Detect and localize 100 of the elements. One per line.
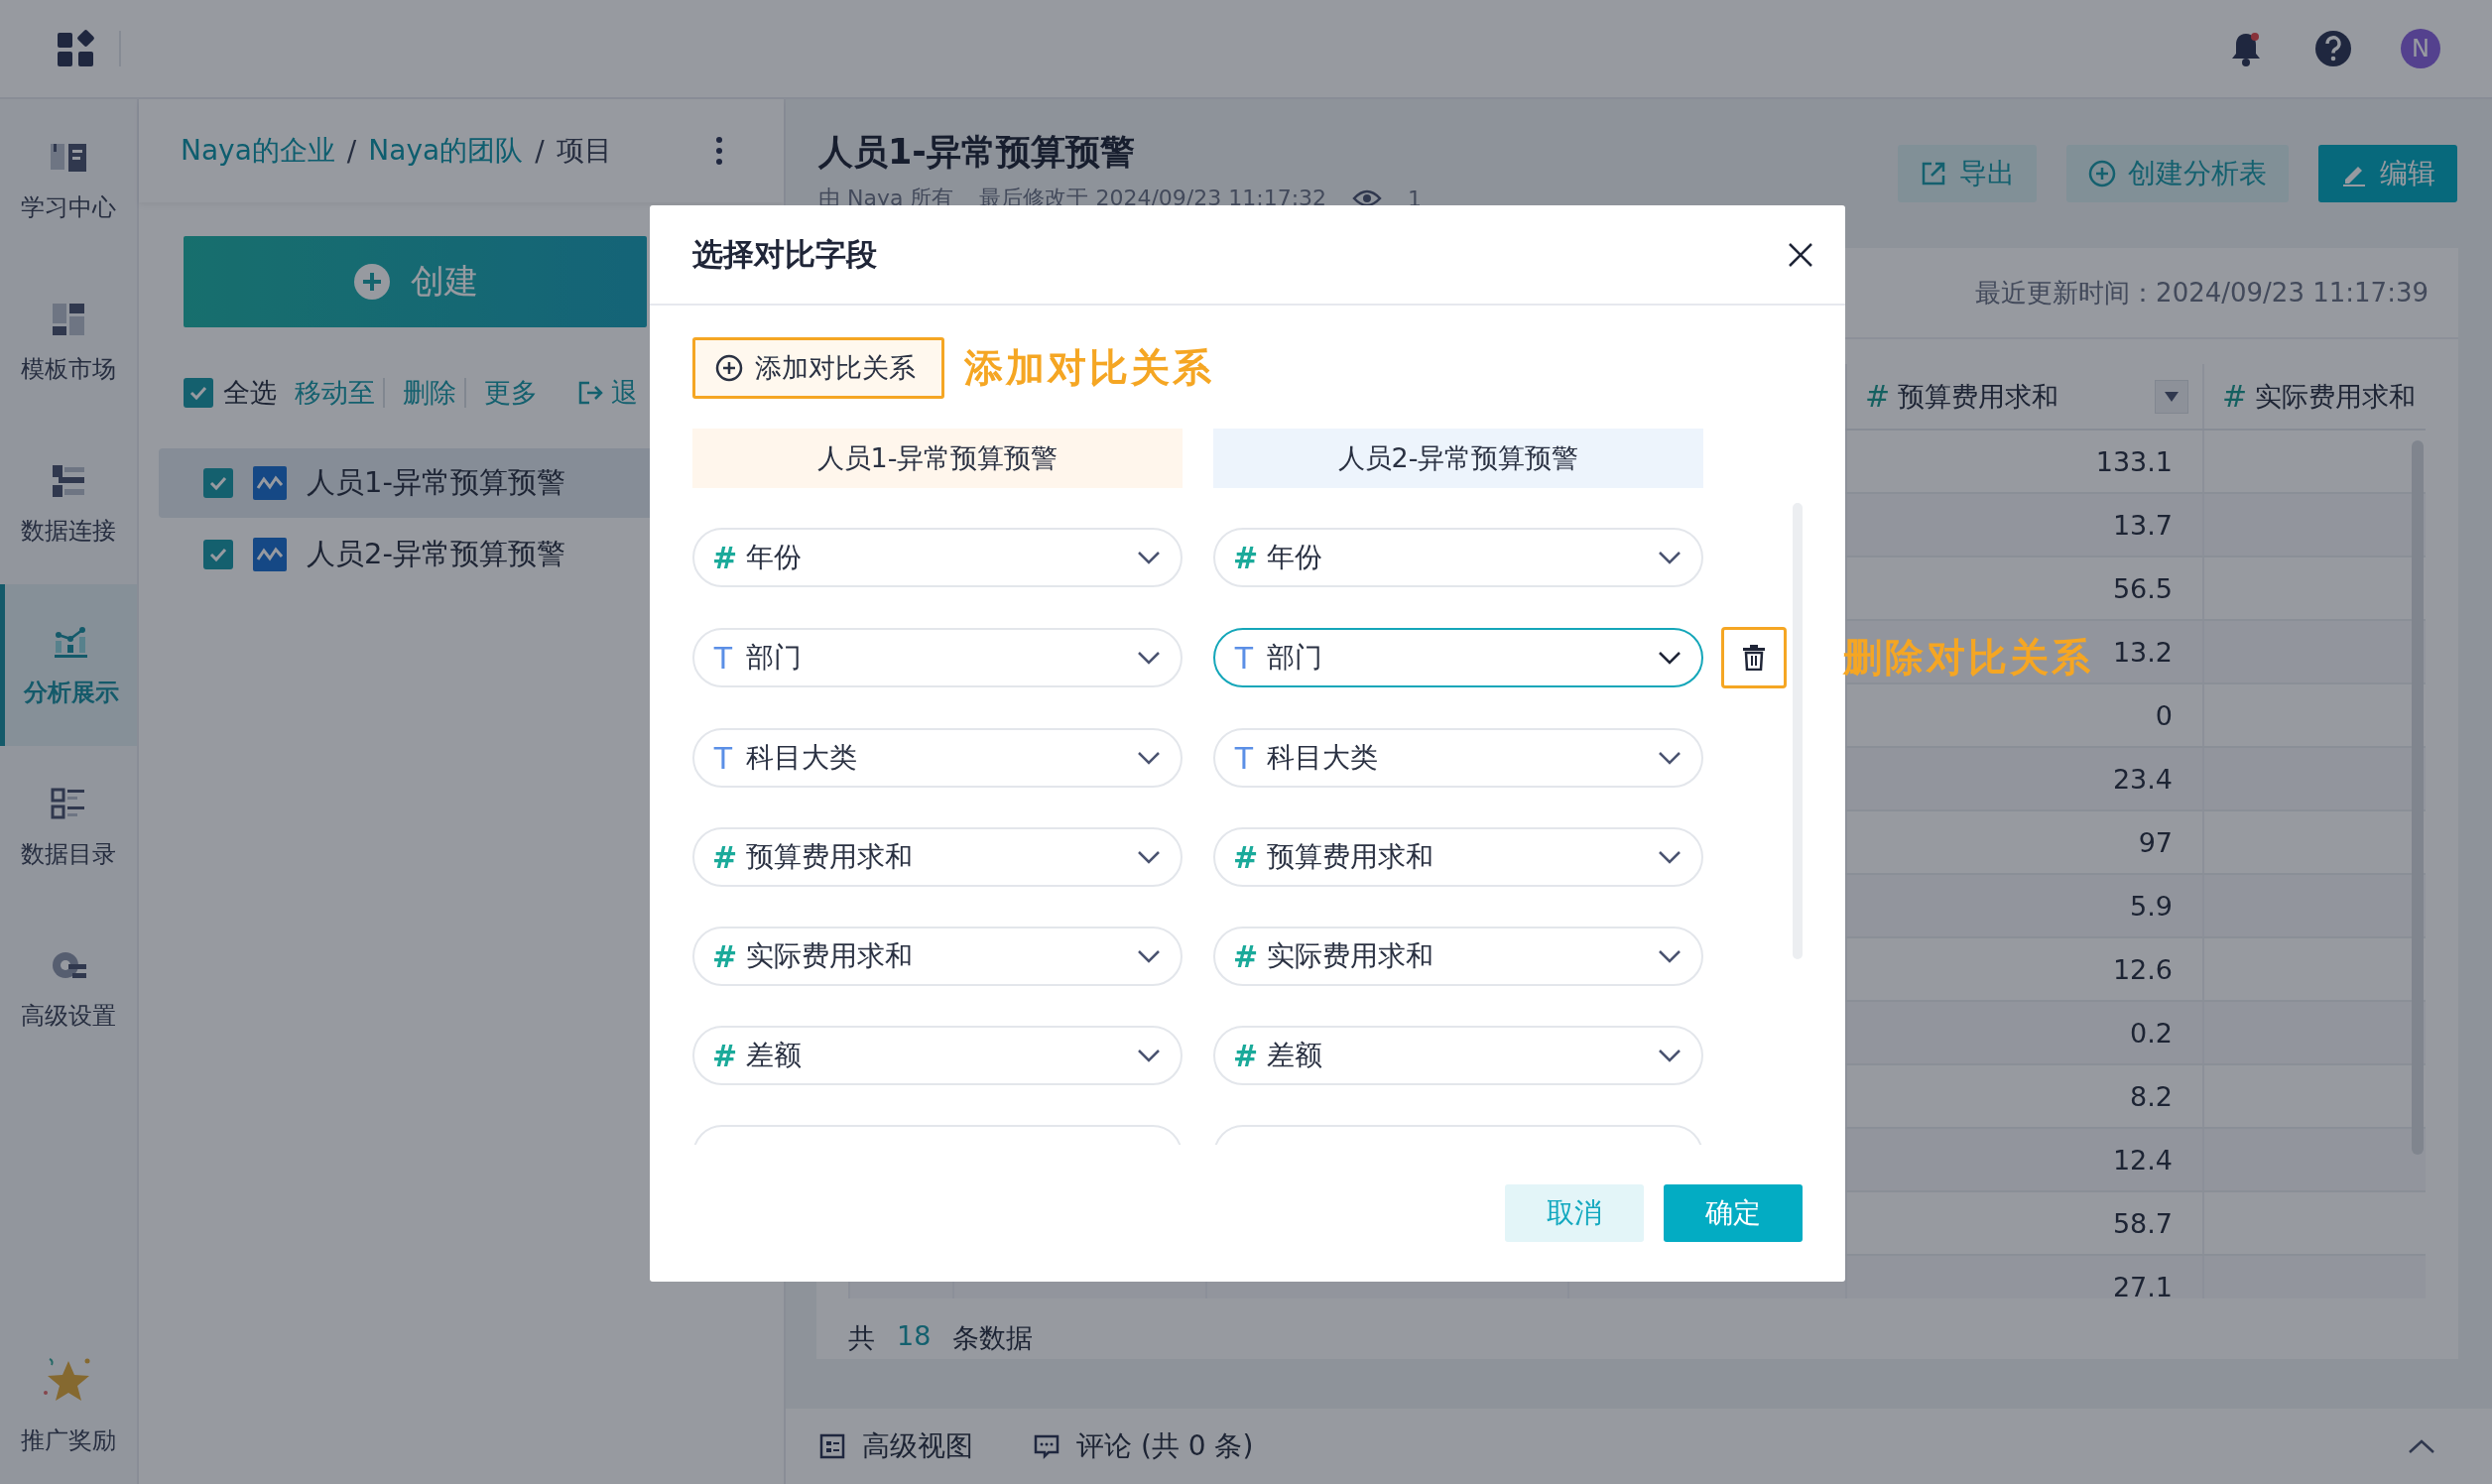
checkbox[interactable] <box>203 468 233 498</box>
table-cell: 0.2 <box>2130 1017 2173 1049</box>
chevron-down-icon <box>1137 551 1161 564</box>
field-label: 部门 <box>1267 640 1322 676</box>
chevron-down-icon <box>1658 1049 1682 1062</box>
bottom-tab[interactable]: 高级视图 <box>818 1427 973 1465</box>
table-cell: 12.6 <box>2112 953 2173 985</box>
dialog-title: 选择对比字段 <box>692 234 877 274</box>
column-header: 人员2-异常预算预警 <box>1213 429 1703 488</box>
toolbar-link[interactable]: 删除 <box>395 378 466 408</box>
total-count: 18 <box>897 1320 932 1353</box>
chevron-down-icon <box>1137 751 1161 765</box>
checkbox[interactable] <box>184 378 213 408</box>
chevron-down-icon <box>1137 850 1161 864</box>
nav-item[interactable]: 高级设置 <box>0 908 137 1069</box>
field-type-icon: T <box>1233 640 1255 676</box>
chevron-down-icon <box>1137 1049 1161 1062</box>
app-grid-icon[interactable] <box>56 29 95 68</box>
column-header: # 预算费用求和 <box>1845 364 2202 429</box>
field-label: 预算费用求和 <box>746 839 913 875</box>
select-field[interactable]: # 实际费用求和 <box>692 927 1183 986</box>
user-avatar[interactable]: N <box>2401 29 2440 68</box>
breadcrumb-link[interactable]: Naya的企业 <box>181 132 335 170</box>
table-cell: 58.7 <box>2112 1207 2173 1239</box>
field-label: 科目大类 <box>1267 740 1378 776</box>
export-icon <box>1920 160 1947 187</box>
dropdown-icon[interactable] <box>2155 379 2188 414</box>
exit-icon <box>577 380 603 406</box>
line-chart-icon <box>253 466 287 500</box>
bottom-tab[interactable]: 评论 (共 0 条) <box>1033 1427 1254 1465</box>
checkbox[interactable] <box>203 540 233 569</box>
field-type-icon: # <box>712 540 734 575</box>
breadcrumb-separator: / <box>346 134 357 168</box>
field-label: 部门 <box>746 640 802 676</box>
select-field[interactable]: # 预算费用求和 <box>692 827 1183 887</box>
table-cell: 13.7 <box>2112 509 2173 541</box>
nav-item[interactable]: 数据目录 <box>0 746 137 908</box>
select-field[interactable]: # 实际费用求和 <box>1213 927 1703 986</box>
table-cell: 5.9 <box>2130 890 2173 922</box>
field-label: 差额 <box>746 1038 802 1073</box>
select-field[interactable]: T 科目大类 <box>692 728 1183 788</box>
select-field[interactable]: # 预算费用求和 <box>1213 827 1703 887</box>
select-field[interactable]: T 部门 <box>1213 628 1703 687</box>
view-icon <box>818 1432 846 1460</box>
updated-time: 最近更新时间：2024/09/23 11:17:39 <box>1975 276 2429 309</box>
select-field[interactable]: # 差额 <box>692 1026 1183 1085</box>
table-cell: 97 <box>2138 826 2173 858</box>
chevron-down-icon <box>1658 751 1682 765</box>
exit-link[interactable]: 退 <box>577 375 638 411</box>
select-field[interactable]: # 年份 <box>1213 528 1703 587</box>
field-type-icon: # <box>1233 540 1255 575</box>
delete-button[interactable] <box>1721 627 1787 688</box>
breadcrumb-link[interactable]: Naya的团队 <box>368 132 524 170</box>
total-label: 条数据 <box>952 1321 1034 1355</box>
column-header: 人员1-异常预算预警 <box>692 429 1183 488</box>
chevron-down-icon <box>1658 651 1682 665</box>
chevron-down-icon <box>1137 949 1161 963</box>
nav-item[interactable]: 学习中心 <box>0 99 137 261</box>
add-comparison-button[interactable]: 添加对比关系 <box>692 337 944 399</box>
table-cell: 0 <box>2155 699 2173 731</box>
field-type-icon: # <box>712 839 734 875</box>
field-type-icon: # <box>712 938 734 974</box>
field-label: 差额 <box>1267 1038 1322 1073</box>
nav-item[interactable]: 数据连接 <box>0 423 137 584</box>
chevron-down-icon <box>1137 651 1161 665</box>
field-label: 年份 <box>746 540 802 575</box>
toolbar-link[interactable]: 移动至 <box>287 378 385 408</box>
field-type-icon: T <box>1233 740 1255 776</box>
field-type-icon: # <box>1233 1038 1255 1073</box>
annotation-label: 添加对比关系 <box>964 344 1214 392</box>
more-icon[interactable] <box>714 136 724 166</box>
column-header: # 实际费用求和 <box>2202 364 2426 429</box>
select-field[interactable]: T 科目大类 <box>1213 728 1703 788</box>
chevron-down-icon <box>1658 949 1682 963</box>
plus-circle-icon <box>715 354 743 382</box>
breadcrumb-separator: / <box>535 134 545 168</box>
field-label: 年份 <box>1267 540 1322 575</box>
select-field[interactable]: # 年份 <box>692 528 1183 587</box>
help-icon[interactable] <box>2313 29 2353 68</box>
field-label: 预算费用求和 <box>1267 839 1433 875</box>
confirm-button[interactable]: 确定 <box>1664 1184 1803 1242</box>
table-cell: 23.4 <box>2112 763 2173 795</box>
trash-icon <box>1742 645 1766 671</box>
select-field[interactable]: # 差额 <box>1213 1026 1703 1085</box>
chevron-down-icon <box>1658 551 1682 564</box>
nav-item[interactable]: 推广奖励 <box>0 1325 137 1484</box>
total-label: 共 <box>848 1321 875 1355</box>
field-type-icon: T <box>712 740 734 776</box>
table-cell: 133.1 <box>2095 445 2173 477</box>
chevron-down-icon <box>1658 850 1682 864</box>
plus-circle-icon <box>352 263 391 301</box>
toolbar-link[interactable]: 更多 <box>476 378 546 408</box>
line-chart-icon <box>253 538 287 571</box>
nav-item[interactable]: 模板市场 <box>0 261 137 423</box>
select-field[interactable]: T 部门 <box>692 628 1183 687</box>
field-type-icon: # <box>712 1038 734 1073</box>
cancel-button[interactable]: 取消 <box>1505 1184 1644 1242</box>
field-type-icon: T <box>712 640 734 676</box>
nav-item[interactable]: 分析展示 <box>0 584 137 746</box>
report-title: 人员1-异常预算预警 <box>818 131 1136 174</box>
